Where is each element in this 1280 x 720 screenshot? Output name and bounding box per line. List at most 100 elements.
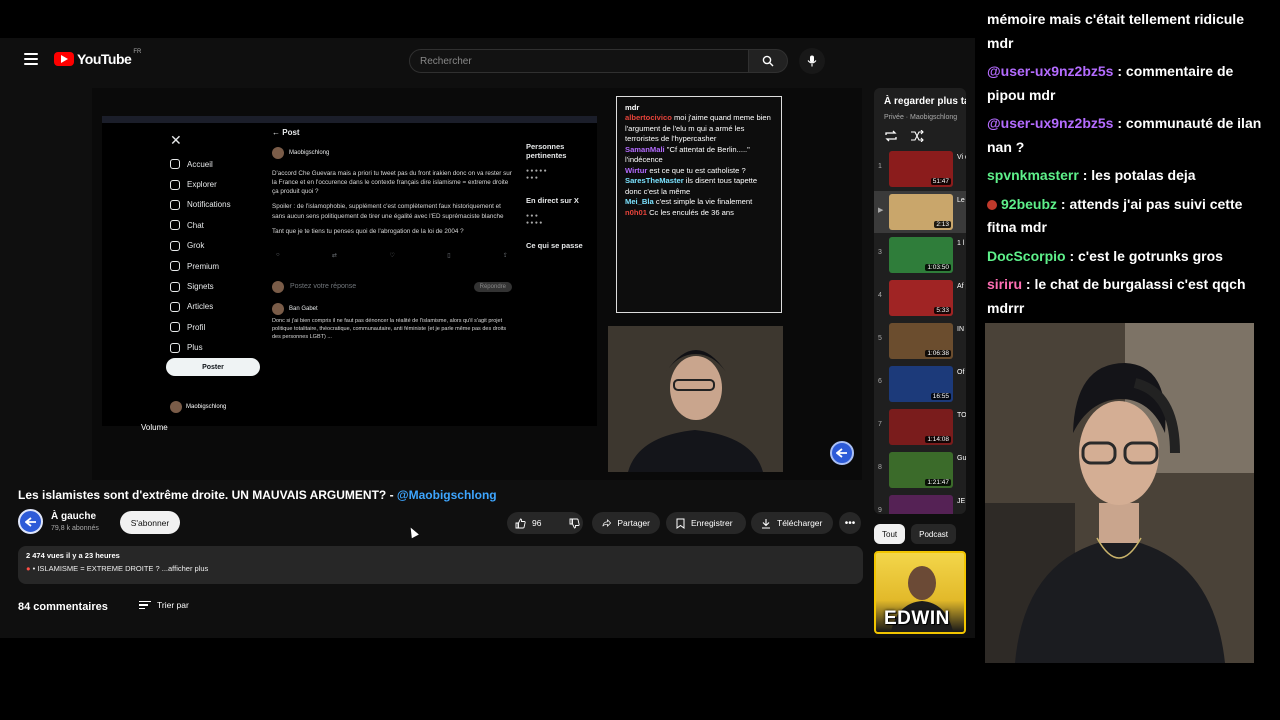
search-input[interactable] bbox=[410, 50, 748, 72]
arrow-left-icon bbox=[836, 448, 847, 458]
chat-overlay: mdr albertocivico moi j'aime quand meme … bbox=[616, 96, 782, 313]
voice-search-button[interactable] bbox=[799, 48, 825, 74]
nav-icon bbox=[170, 179, 180, 190]
x-nav: Accueil Explorer Notifications Chat Grok… bbox=[170, 154, 231, 358]
x-post-button: Poster bbox=[166, 358, 260, 376]
video-duration: 1:03:50 bbox=[925, 264, 951, 271]
sort-comments-button[interactable]: Trier par bbox=[139, 600, 189, 610]
video-title: IN QU bbox=[957, 326, 966, 333]
video-player[interactable]: ✕ Accueil Explorer Notifications Chat Gr… bbox=[92, 88, 862, 480]
dislike-button[interactable] bbox=[561, 512, 588, 534]
channel-name[interactable]: À gauche bbox=[51, 511, 96, 522]
x-post-actions: ○ ⇄ ♡ ▯ ⇪ bbox=[276, 251, 508, 259]
download-button[interactable]: Télécharger bbox=[751, 512, 833, 534]
playlist-item[interactable]: 5 1:06:38 IN QU bbox=[874, 320, 966, 362]
more-actions-button[interactable]: ••• bbox=[839, 512, 861, 534]
playlist-title: À regarder plus tard bbox=[884, 96, 966, 107]
channel-watermark[interactable] bbox=[830, 441, 854, 465]
playlist-index: 7 bbox=[878, 421, 882, 428]
more-icon: ••• bbox=[844, 517, 856, 529]
playlist-item[interactable]: 4 5:33 Af po bbox=[874, 277, 966, 319]
comments-count: 84 commentaires bbox=[18, 601, 108, 613]
avatar bbox=[272, 280, 284, 293]
chat-message: 92beubz : attends j'ai pas suivi cette f… bbox=[987, 195, 1243, 236]
chat-username: siriru bbox=[987, 275, 1023, 292]
chat-overlay-line: mdr bbox=[625, 103, 640, 112]
browser-tabs bbox=[102, 116, 597, 123]
chat-username: DocScorpio bbox=[987, 247, 1066, 264]
stream-chat: mémoire mais c'était tellement ridicule … bbox=[987, 8, 1272, 325]
youtube-window: YouTube FR ✕ Accueil Explorer Notificati… bbox=[0, 38, 975, 638]
playlist-item[interactable]: 9 JE bbox=[874, 492, 966, 514]
title-mention-link[interactable]: @Maobigschlong bbox=[397, 488, 497, 502]
streamer-figure bbox=[608, 326, 783, 472]
playlist-item[interactable]: ▶ 2:13 Le M bbox=[874, 191, 966, 233]
video-title: JE bbox=[957, 498, 966, 505]
download-icon bbox=[762, 518, 770, 529]
video-thumbnail: 1:06:38 bbox=[889, 323, 953, 359]
chat-message: DocScorpio : c'est le gotrunks gros bbox=[987, 247, 1223, 264]
x-post-author: Maobigschlong bbox=[272, 147, 512, 159]
bookmark-icon bbox=[676, 518, 685, 529]
playlist-index: 5 bbox=[878, 335, 882, 342]
subscribe-button[interactable]: S'abonner bbox=[120, 511, 180, 534]
sort-icon bbox=[139, 600, 151, 610]
youtube-logo[interactable]: YouTube FR bbox=[54, 49, 141, 67]
chat-overlay-line: n0h01 Cc les enculés de 36 ans bbox=[625, 207, 734, 217]
view-stats: 2 474 vues il y a 23 heures bbox=[26, 551, 120, 560]
playlist-item[interactable]: 6 16:55 Of Ro bbox=[874, 363, 966, 405]
chat-username: 92beubz bbox=[1001, 195, 1058, 212]
video-duration: 51:47 bbox=[930, 178, 951, 185]
video-title: Vi da bbox=[957, 154, 966, 161]
chip-podcast[interactable]: Podcast bbox=[911, 524, 957, 544]
channel-avatar[interactable] bbox=[18, 509, 43, 534]
playlist-item[interactable]: 1 51:47 Vi da bbox=[874, 148, 966, 190]
share-button[interactable]: Partager bbox=[592, 512, 660, 534]
youtube-play-icon bbox=[54, 52, 74, 66]
x-nav-item: Signets bbox=[170, 276, 231, 296]
x-nav-item: Plus bbox=[170, 338, 231, 358]
x-nav-item: Chat bbox=[170, 215, 231, 235]
video-thumbnail bbox=[889, 495, 953, 514]
playlist-item[interactable]: 8 1:21:47 Gu Le bbox=[874, 449, 966, 491]
watch-later-panel: À regarder plus tard Privée · Maobigschl… bbox=[874, 88, 966, 514]
menu-icon[interactable] bbox=[24, 53, 38, 65]
loop-icon[interactable] bbox=[884, 130, 898, 142]
chat-username: @user-ux9nz2bz5s bbox=[987, 115, 1114, 132]
description-preview: ● • ISLAMISME = EXTREME DROITE ? ...affi… bbox=[26, 564, 209, 573]
recommended-thumbnail[interactable]: EDWIN bbox=[874, 551, 966, 634]
nav-icon bbox=[170, 240, 180, 251]
save-button[interactable]: Enregistrer bbox=[666, 512, 746, 534]
playlist-item[interactable]: 7 1:14:08 TO VI bbox=[874, 406, 966, 448]
video-duration: 5:33 bbox=[934, 307, 951, 314]
like-button[interactable]: 96 bbox=[507, 512, 549, 534]
x-reply-box: Postez votre réponse Répondre bbox=[272, 280, 512, 293]
search-button[interactable] bbox=[748, 49, 788, 73]
nav-icon bbox=[170, 220, 180, 231]
description-box[interactable]: 2 474 vues il y a 23 heures ● • ISLAMISM… bbox=[18, 546, 863, 584]
x-post-column: ← Post Maobigschlong D'accord Che Guevar… bbox=[272, 128, 512, 342]
playlist-index: 9 bbox=[878, 507, 882, 514]
video-title: Les islamistes sont d'extrême droite. UN… bbox=[18, 488, 497, 502]
chat-overlay-line: Mei_Bla c'est simple la vie finalement bbox=[625, 197, 753, 207]
avatar bbox=[272, 302, 284, 315]
microphone-icon bbox=[807, 55, 817, 67]
video-webcam-overlay bbox=[608, 326, 783, 472]
nav-icon bbox=[170, 281, 180, 292]
shuffle-icon[interactable] bbox=[910, 130, 924, 142]
volume-tooltip: Volume bbox=[141, 423, 168, 432]
like-dislike-group: 96 bbox=[507, 512, 583, 534]
chat-overlay-line: SamanMali "Cf attentat de Berlin....." l… bbox=[625, 144, 750, 165]
x-screen-share: ✕ Accueil Explorer Notifications Chat Gr… bbox=[102, 116, 597, 426]
x-post-header: ← Post bbox=[272, 128, 300, 137]
avatar bbox=[272, 147, 284, 159]
playlist-index: 4 bbox=[878, 292, 882, 299]
playlist-index: 6 bbox=[878, 378, 882, 385]
chat-username: @user-ux9nz2bz5s bbox=[987, 63, 1114, 80]
playlist-index: ▶ bbox=[878, 207, 884, 214]
chip-tout[interactable]: Tout bbox=[874, 524, 906, 544]
search-box[interactable] bbox=[409, 49, 749, 73]
video-thumbnail: 1:21:47 bbox=[889, 452, 953, 488]
playlist-item[interactable]: 3 1:03:50 1 l CL bbox=[874, 234, 966, 276]
search-icon bbox=[762, 55, 774, 67]
